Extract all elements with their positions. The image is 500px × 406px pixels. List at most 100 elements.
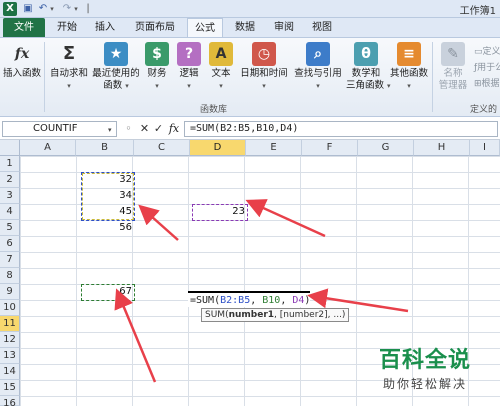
select-all-corner[interactable] (0, 140, 20, 156)
chevron-down-icon: ▾ (155, 82, 159, 90)
column-header-d[interactable]: D (190, 140, 246, 156)
create-from-selection-icon: ⊞ (474, 79, 482, 89)
define-name-icon: ▭ (474, 47, 483, 57)
formula-separator: , (280, 295, 293, 306)
recent-functions-button[interactable]: ★ 最近使用的 函数 ▾ (92, 42, 140, 92)
column-header-h[interactable]: H (414, 140, 470, 156)
row-header-13[interactable]: 13 (0, 348, 20, 364)
text-button[interactable]: A 文本 ▾ (206, 42, 236, 92)
formula-ref-d4: D4 (292, 295, 305, 306)
cell-b3[interactable]: 34 (81, 188, 135, 204)
ribbon-separator (432, 42, 433, 112)
define-name-button[interactable]: ▭定义名 (474, 44, 500, 57)
fx-icon[interactable]: fx (166, 122, 182, 136)
date-time-button[interactable]: ◷ 日期和时间 ▾ (238, 42, 290, 92)
tag-icon: ✎ (441, 42, 465, 66)
question-book-icon: ? (177, 42, 201, 66)
row-header-4[interactable]: 4 (0, 204, 20, 220)
sigma-icon: Σ (62, 43, 76, 64)
name-manager-button[interactable]: ✎ 名称 管理器 (434, 42, 472, 92)
autosum-button[interactable]: Σ 自动求和 ▾ (48, 42, 90, 92)
enter-icon[interactable]: ✓ (152, 122, 165, 136)
ribbon-tabs: 文件 开始 插入 页面布局 公式 数据 审阅 视图 (0, 18, 500, 37)
cancel-icon[interactable]: ✕ (138, 122, 151, 136)
tab-insert[interactable]: 插入 (88, 18, 122, 37)
row-header-6[interactable]: 6 (0, 236, 20, 252)
cell-b10[interactable]: 67 (81, 284, 135, 300)
lookup-reference-button[interactable]: ⌕ 查找与引用 ▾ (292, 42, 344, 92)
magnifier-book-icon: ⌕ (306, 42, 330, 66)
use-in-formula-button[interactable]: ƒ用于公 (474, 60, 500, 73)
column-header-e[interactable]: E (246, 140, 302, 156)
create-from-selection-button[interactable]: ⊞根据 (474, 76, 500, 89)
row-header-3[interactable]: 3 (0, 188, 20, 204)
chevron-down-icon: ▾ (262, 82, 266, 90)
formula-input[interactable]: =SUM(B2:B5,B10,D4) (184, 121, 498, 137)
chevron-down-icon: ▾ (407, 82, 411, 90)
name-box[interactable]: COUNTIF (2, 121, 117, 137)
excel-icon[interactable]: X (3, 2, 17, 16)
tab-review[interactable]: 审阅 (267, 18, 301, 37)
fx-icon: fx (14, 46, 30, 62)
cell-b4[interactable]: 45 (81, 204, 135, 220)
formula-ref-b2-b5: B2:B5 (220, 295, 251, 306)
column-header-a[interactable]: A (20, 140, 76, 156)
column-header-c[interactable]: C (134, 140, 190, 156)
column-header-i[interactable]: I (470, 140, 500, 156)
text-book-icon: A (209, 42, 233, 66)
watermark-subtitle: 助你轻松解决 (383, 377, 468, 391)
row-header-14[interactable]: 14 (0, 364, 20, 380)
resize-handle-icon[interactable]: ◦ (122, 122, 135, 136)
row-header-16[interactable]: 16 (0, 396, 20, 406)
row-header-8[interactable]: 8 (0, 268, 20, 284)
book-star-icon: ★ (104, 42, 128, 66)
finance-book-icon: $ (145, 42, 169, 66)
window-title: 工作簿1 (459, 6, 496, 17)
chevron-down-icon: ▾ (187, 82, 191, 90)
group-label-defined-names: 定义的 (470, 105, 498, 115)
insert-function-button[interactable]: fx 插入函数 (2, 42, 42, 80)
row-header-7[interactable]: 7 (0, 252, 20, 268)
row-header-9[interactable]: 9 (0, 284, 20, 300)
cell-b2[interactable]: 32 (81, 172, 135, 188)
column-header-b[interactable]: B (76, 140, 134, 156)
row-header-12[interactable]: 12 (0, 332, 20, 348)
customize-toolbar-icon[interactable]: |▾ (84, 2, 92, 28)
cell-d11-editor[interactable]: =SUM(B2:B5, B10, D4) (188, 291, 311, 307)
tab-formulas[interactable]: 公式 (187, 18, 223, 37)
row-header-1[interactable]: 1 (0, 156, 20, 172)
group-label-function-library: 函数库 (200, 105, 228, 115)
row-header-5[interactable]: 5 (0, 220, 20, 236)
redo-dropdown-icon[interactable]: ▾ (72, 2, 80, 16)
cell-b5[interactable]: 56 (81, 220, 135, 236)
undo-dropdown-icon[interactable]: ▾ (48, 2, 56, 16)
column-header-f[interactable]: F (302, 140, 358, 156)
row-header-2[interactable]: 2 (0, 172, 20, 188)
tab-data[interactable]: 数据 (228, 18, 262, 37)
formula-separator: , (250, 295, 263, 306)
chevron-down-icon: ▾ (219, 82, 223, 90)
formula-suffix: ) (304, 295, 311, 306)
tooltip-arg-number1[interactable]: number1 (229, 310, 274, 320)
tab-home[interactable]: 开始 (50, 18, 84, 37)
books-icon: ≡ (397, 42, 421, 66)
more-functions-button[interactable]: ≡ 其他函数 ▾ (388, 42, 430, 92)
column-header-g[interactable]: G (358, 140, 414, 156)
chevron-down-icon: ▾ (67, 82, 71, 90)
row-header-10[interactable]: 10 (0, 300, 20, 316)
row-header-15[interactable]: 15 (0, 380, 20, 396)
watermark-title: 百科全说 (379, 348, 472, 373)
chevron-down-icon: ▾ (316, 82, 320, 90)
save-icon[interactable]: ▣ (21, 2, 35, 16)
math-trig-button[interactable]: θ 数学和 三角函数 ▾ (346, 42, 391, 92)
tab-view[interactable]: 视图 (305, 18, 339, 37)
logical-button[interactable]: ? 逻辑 ▾ (174, 42, 204, 92)
tab-page-layout[interactable]: 页面布局 (126, 18, 184, 37)
theta-book-icon: θ (354, 42, 378, 66)
formula-bar: COUNTIF ▾ ◦ ✕ ✓ fx =SUM(B2:B5,B10,D4) (0, 118, 500, 140)
tab-file[interactable]: 文件 (3, 18, 45, 37)
cell-d4[interactable]: 23 (192, 204, 248, 220)
finance-button[interactable]: $ 财务 ▾ (142, 42, 172, 92)
row-header-11[interactable]: 11 (0, 316, 20, 332)
chevron-down-icon[interactable]: ▾ (108, 126, 112, 134)
